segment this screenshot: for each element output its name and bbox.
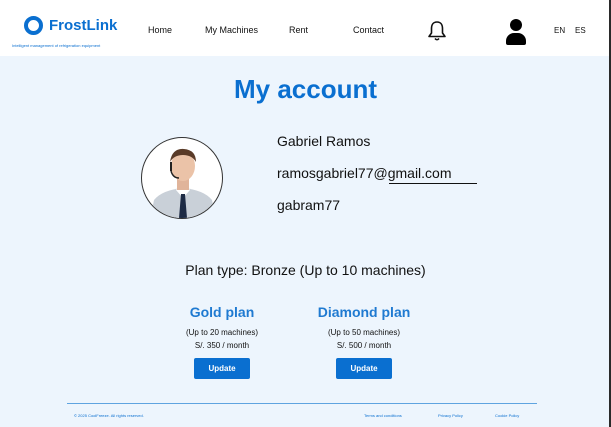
logo-ring-icon — [24, 16, 43, 35]
plan-price: S/. 500 / month — [336, 341, 392, 350]
footer-copyright: © 2025 CoolFreeze. All rights reserved. — [74, 413, 144, 418]
profile-email[interactable]: ramosgabriel77@gmail.com — [277, 165, 452, 181]
update-diamond-plan-button[interactable]: Update — [336, 358, 392, 379]
email-underline — [389, 183, 477, 184]
user-icon-head — [510, 19, 522, 31]
plan-card-gold: Gold plan (Up to 20 machines) S/. 350 / … — [157, 304, 287, 379]
lang-en[interactable]: EN — [554, 26, 565, 35]
profile-username: gabram77 — [277, 197, 341, 213]
profile-name: Gabriel Ramos — [277, 133, 371, 149]
user-icon-body — [506, 33, 526, 45]
footer-privacy-link[interactable]: Privacy Policy — [438, 413, 463, 418]
plan-title: Diamond plan — [317, 304, 411, 320]
brand-tagline: Intelligent management of refrigeration … — [12, 43, 101, 48]
page-title: My account — [233, 74, 378, 104]
footer-terms-link[interactable]: Terms and conditions — [364, 413, 402, 418]
footer-divider — [67, 403, 537, 404]
nav-rent[interactable]: Rent — [289, 25, 308, 35]
top-navbar: FrostLink Intelligent management of refr… — [0, 0, 611, 56]
avatar-portrait — [150, 148, 216, 218]
brand-name: FrostLink — [49, 17, 118, 34]
lang-es[interactable]: ES — [575, 26, 586, 35]
brand-logo[interactable]: FrostLink — [24, 16, 117, 35]
bell-icon[interactable] — [427, 20, 447, 42]
plan-price: S/. 350 / month — [194, 341, 250, 350]
plan-limit: (Up to 20 machines) — [185, 328, 259, 337]
plan-limit: (Up to 50 machines) — [327, 328, 401, 337]
current-plan-type: Plan type: Bronze (Up to 10 machines) — [185, 262, 426, 278]
user-icon[interactable] — [505, 19, 527, 46]
nav-home[interactable]: Home — [148, 25, 172, 35]
plan-title: Gold plan — [189, 304, 255, 320]
footer-cookie-link[interactable]: Cookie Policy — [495, 413, 519, 418]
nav-contact[interactable]: Contact — [353, 25, 384, 35]
plan-card-diamond: Diamond plan (Up to 50 machines) S/. 500… — [299, 304, 429, 379]
avatar[interactable] — [141, 137, 223, 219]
update-gold-plan-button[interactable]: Update — [194, 358, 250, 379]
nav-my-machines[interactable]: My Machines — [205, 25, 258, 35]
